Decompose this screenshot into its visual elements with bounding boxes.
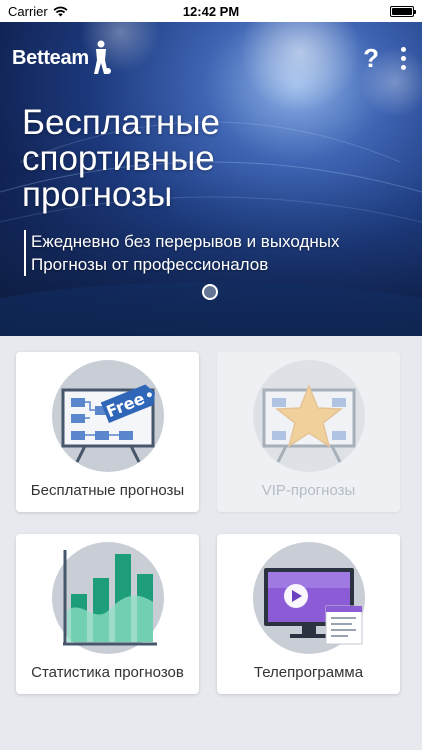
player-icon xyxy=(93,40,111,74)
hero-feature: Ежедневно без перерывов и выходных xyxy=(24,230,339,253)
free-predictions-card[interactable]: Free Бесплатные прогнозы xyxy=(16,352,199,512)
app-header: Betteam ? xyxy=(0,22,422,94)
vip-star-icon xyxy=(252,360,365,472)
status-left: Carrier xyxy=(8,4,68,19)
pager-dot-active[interactable] xyxy=(202,284,218,300)
more-menu-icon[interactable] xyxy=(397,45,410,72)
tv-program-card[interactable]: Телепрограмма xyxy=(217,534,400,694)
battery-icon xyxy=(390,5,416,17)
help-icon[interactable]: ? xyxy=(363,43,379,74)
wifi-icon xyxy=(53,6,68,16)
card-label: VIP-прогнозы xyxy=(261,482,356,499)
stats-predictions-card[interactable]: Статистика прогнозов xyxy=(16,534,199,694)
vip-predictions-card[interactable]: VIP-прогнозы xyxy=(217,352,400,512)
hero-features: Ежедневно без перерывов и выходных Прогн… xyxy=(24,230,339,276)
card-label: Статистика прогнозов xyxy=(31,664,184,681)
menu-dot xyxy=(401,64,406,70)
card-label: Телепрограмма xyxy=(253,664,364,681)
carrier-label: Carrier xyxy=(8,3,48,19)
hero-title: Бесплатные спортивные прогнозы xyxy=(22,103,220,214)
status-bar: Carrier 12:42 PM xyxy=(0,0,422,22)
app-logo[interactable]: Betteam xyxy=(12,40,112,76)
battery-level xyxy=(392,7,412,15)
stats-chart-icon xyxy=(51,542,164,654)
tv-program-icon xyxy=(252,542,365,654)
free-board-icon: Free xyxy=(51,360,164,472)
card-label: Бесплатные прогнозы xyxy=(30,482,185,499)
logo-text: Betteam xyxy=(12,46,89,69)
header-actions: ? xyxy=(363,43,410,74)
menu-dot xyxy=(401,55,406,61)
menu-dot xyxy=(401,46,406,52)
hero-feature: Прогнозы от профессионалов xyxy=(24,253,339,276)
menu-grid: Free Бесплатные прогнозы VIP-прогнозы Ст… xyxy=(16,352,400,694)
